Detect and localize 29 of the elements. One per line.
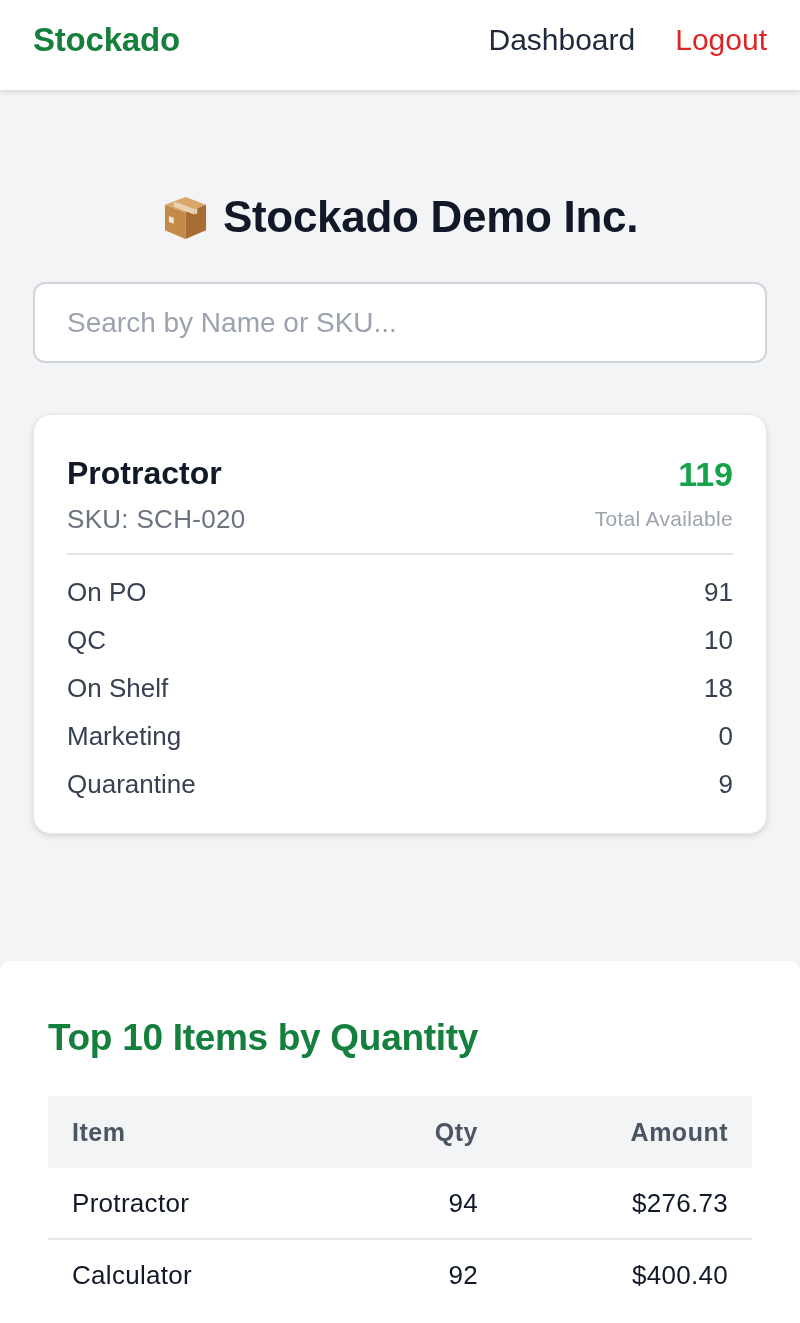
item-sku: SKU: SCH-020 <box>67 503 246 535</box>
table-cell-text: Calculator <box>71 1259 194 1292</box>
company-title: Stockado Demo Inc. <box>222 191 639 243</box>
location-quantity: 18 <box>704 672 733 705</box>
search-field[interactable]: Search by Name or SKU... <box>33 282 767 363</box>
location-label: On Shelf <box>67 672 169 705</box>
table-cell-text: Protractor <box>71 1187 191 1220</box>
location-label: Quarantine <box>67 768 196 801</box>
section-heading: Top 10 Items by Quantity <box>48 1016 480 1060</box>
location-quantity: 0 <box>718 720 733 753</box>
location-label: Marketing <box>67 720 182 753</box>
location-quantity: 91 <box>704 576 733 609</box>
table-cell-text: $400.40 <box>630 1259 729 1292</box>
column-header: Qty <box>433 1117 479 1148</box>
item-name: Protractor <box>67 454 223 493</box>
brand-logo[interactable]: Stockado <box>33 21 180 59</box>
total-available-label: Total Available <box>594 506 733 532</box>
nav-link[interactable]: Dashboard <box>488 23 636 57</box>
table-cell-text: 92 <box>447 1259 479 1292</box>
logout-link[interactable]: Logout <box>675 23 767 57</box>
column-header: Item <box>71 1117 127 1148</box>
column-header: Amount <box>629 1117 729 1148</box>
table-cell-text: $276.73 <box>630 1187 729 1220</box>
table-cell-text: 94 <box>447 1187 479 1220</box>
location-label: QC <box>67 624 106 657</box>
location-quantity: 9 <box>718 768 733 801</box>
location-quantity: 10 <box>704 624 733 657</box>
location-label: On PO <box>67 576 147 609</box>
total-available-count: 119 <box>678 454 733 495</box>
